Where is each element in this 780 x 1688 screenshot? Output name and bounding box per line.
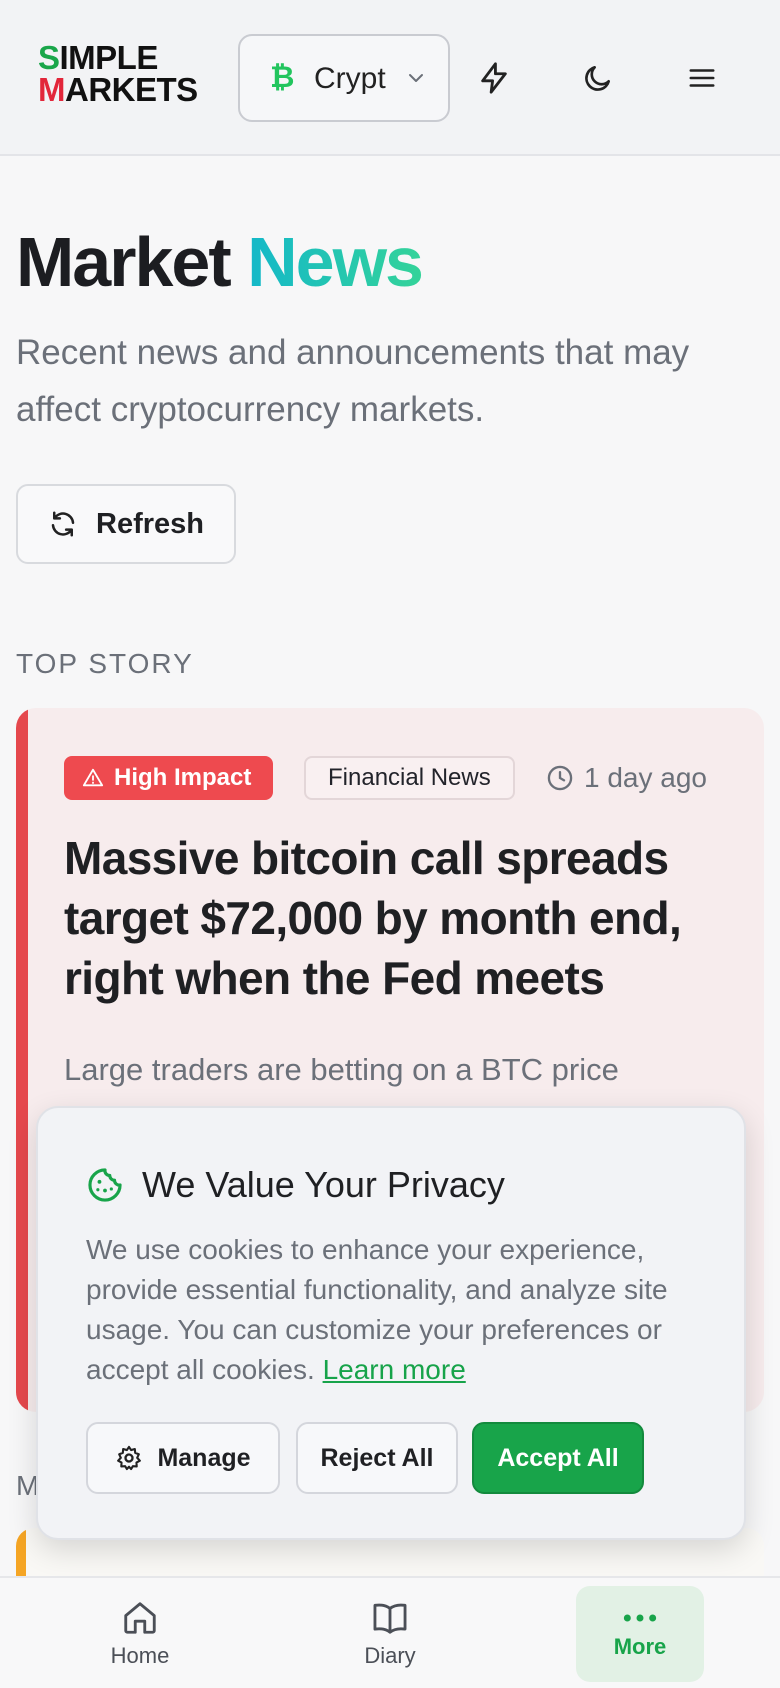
nav-item-more[interactable]: More: [576, 1586, 704, 1682]
manage-label: Manage: [157, 1443, 251, 1472]
time-ago: 1 day ago: [584, 762, 707, 793]
high-impact-badge: High Impact: [64, 756, 274, 800]
bottom-navigation: Home Diary More: [0, 1576, 780, 1688]
app-header: SIMPLE MARKETS ₿ Crypt: [0, 0, 780, 156]
asset-class-selector[interactable]: ₿ Crypt: [238, 34, 450, 122]
cookie-consent-dialog: We Value Your Privacy We use cookies to …: [36, 1106, 746, 1540]
nav-item-diary[interactable]: Diary: [326, 1586, 454, 1682]
moon-icon: [585, 66, 610, 91]
nav-item-home[interactable]: Home: [76, 1586, 204, 1682]
clock-icon: [547, 765, 573, 791]
nav-diary-label: Diary: [364, 1643, 416, 1668]
menu-button[interactable]: [672, 48, 732, 108]
category-badge: Financial News: [304, 756, 515, 800]
bitcoin-icon: ₿: [270, 61, 295, 94]
lightning-button[interactable]: [464, 48, 524, 108]
logo-line-2: MARKETS: [38, 71, 198, 108]
nav-more-label: More: [613, 1634, 667, 1659]
logo-text-arkets: ARKETS: [65, 71, 198, 108]
learn-more-link[interactable]: Learn more: [323, 1354, 466, 1385]
simple-markets-logo[interactable]: SIMPLE MARKETS: [38, 41, 206, 108]
chevron-down-icon: [409, 74, 423, 82]
more-dots-icon: [623, 1614, 657, 1622]
logo-line-1: SIMPLE: [38, 41, 158, 74]
refresh-icon: [51, 511, 75, 537]
impact-label: High Impact: [114, 764, 252, 791]
accept-all-button[interactable]: Accept All: [472, 1422, 644, 1494]
home-icon: [124, 1602, 156, 1634]
story-timestamp: 1 day ago: [546, 758, 707, 798]
lightning-icon: [481, 62, 507, 94]
refresh-button[interactable]: Refresh: [16, 484, 236, 564]
refresh-label: Refresh: [96, 507, 204, 540]
warning-icon: [82, 768, 104, 787]
menu-icon: [689, 69, 715, 87]
asset-class-label: Crypt: [314, 62, 386, 95]
theme-toggle-button[interactable]: [568, 48, 628, 108]
book-icon: [373, 1603, 407, 1634]
logo-letter-m: M: [38, 71, 66, 108]
story-excerpt: Large traders are betting on a BTC price: [64, 1052, 619, 1087]
reject-all-button[interactable]: Reject All: [296, 1422, 458, 1494]
cookie-title: We Value Your Privacy: [142, 1164, 505, 1205]
nav-home-label: Home: [110, 1643, 170, 1668]
story-headline[interactable]: Massive bitcoin call spreads target $72,…: [64, 828, 744, 1008]
page-title-part1: Market: [16, 223, 248, 301]
page-title: Market News: [16, 222, 424, 302]
top-story-label: TOP STORY: [16, 648, 194, 679]
page-subtitle: Recent news and announcements that may a…: [16, 333, 690, 429]
cookie-icon: [88, 1168, 122, 1202]
cookie-description: We use cookies to enhance your experienc…: [86, 1230, 716, 1390]
manage-cookies-button[interactable]: Manage: [86, 1422, 280, 1494]
page-title-accent: News: [247, 223, 424, 301]
gear-icon: [117, 1445, 142, 1471]
